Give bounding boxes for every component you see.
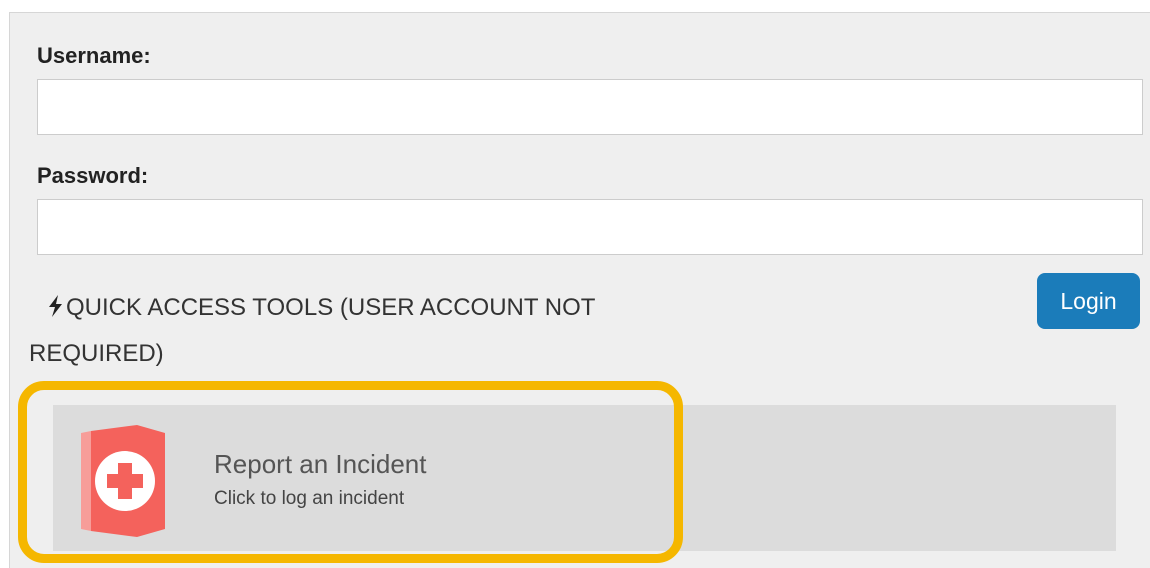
- quick-access-heading: QUICK ACCESS TOOLS (USER ACCOUNT NOT REQ…: [29, 285, 709, 377]
- password-label: Password:: [37, 163, 149, 188]
- login-panel: Username: Password: Login QUICK ACCESS T…: [9, 12, 1150, 568]
- report-incident-tile[interactable]: Report an Incident Click to log an incid…: [53, 405, 678, 551]
- bolt-icon: [49, 295, 62, 317]
- quick-access-tiles: Report an Incident Click to log an incid…: [53, 405, 1116, 551]
- first-aid-icon: [81, 425, 165, 537]
- quick-access-heading-text: QUICK ACCESS TOOLS (USER ACCOUNT NOT REQ…: [29, 294, 596, 367]
- password-input[interactable]: [37, 199, 1143, 255]
- login-button[interactable]: Login: [1037, 273, 1140, 329]
- username-input[interactable]: [37, 79, 1143, 135]
- username-label: Username:: [37, 43, 151, 68]
- tile-title: Report an Incident: [214, 449, 427, 479]
- tile-subtitle: Click to log an incident: [214, 488, 405, 509]
